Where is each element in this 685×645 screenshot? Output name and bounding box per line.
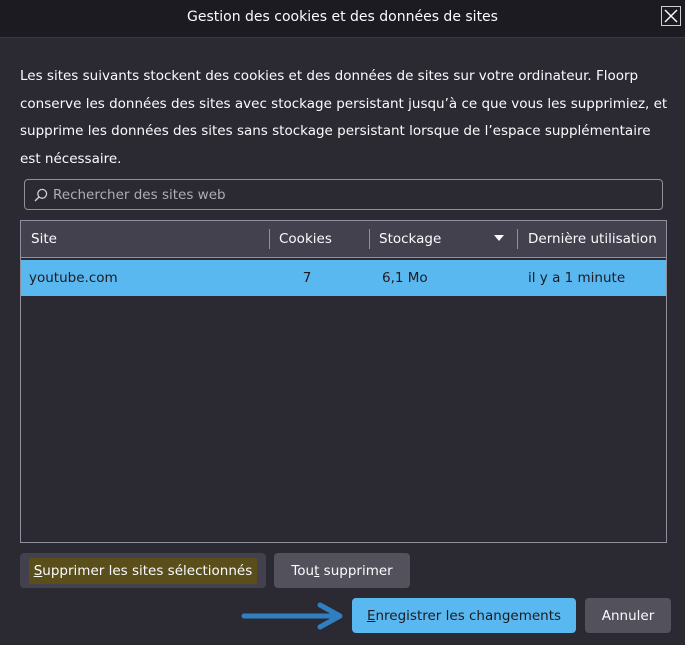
- delete-all-button[interactable]: Tout supprimer: [274, 553, 410, 588]
- cancel-button[interactable]: Annuler: [585, 598, 671, 633]
- table-row[interactable]: youtube.com 7 6,1 Mo il y a 1 minute: [21, 260, 666, 296]
- delete-selected-button[interactable]: Supprimer les sites sélectionnés: [20, 553, 266, 588]
- column-header-last-used[interactable]: Dernière utilisation: [518, 221, 666, 257]
- search-box[interactable]: [24, 179, 663, 210]
- cell-last-used: il y a 1 minute: [528, 270, 626, 286]
- dialog-title: Gestion des cookies et des données de si…: [187, 9, 498, 25]
- close-button[interactable]: [661, 6, 681, 26]
- save-changes-button[interactable]: Enregistrer les changements: [352, 598, 576, 633]
- delete-selected-label: Supprimer les sites sélectionnés: [28, 557, 258, 584]
- arrow-right-icon: [241, 602, 343, 630]
- search-input[interactable]: [53, 180, 653, 209]
- sort-descending-icon: [494, 235, 504, 241]
- sites-table: Site Cookies Stockage Dernière utilisati…: [20, 220, 667, 543]
- cell-cookies: 7: [302, 270, 312, 286]
- table-header: Site Cookies Stockage Dernière utilisati…: [21, 221, 666, 258]
- close-icon: [664, 9, 678, 23]
- search-icon: [34, 188, 48, 202]
- column-header-site[interactable]: Site: [21, 221, 269, 257]
- column-header-cookies[interactable]: Cookies: [269, 221, 369, 257]
- delete-all-label: Tout supprimer: [291, 562, 393, 579]
- dialog-titlebar: Gestion des cookies et des données de si…: [0, 0, 685, 38]
- dialog-description: Les sites suivants stockent des cookies …: [20, 68, 668, 167]
- cell-site: youtube.com: [29, 270, 118, 286]
- save-changes-label: Enregistrer les changements: [366, 607, 562, 624]
- cell-storage: 6,1 Mo: [382, 270, 428, 286]
